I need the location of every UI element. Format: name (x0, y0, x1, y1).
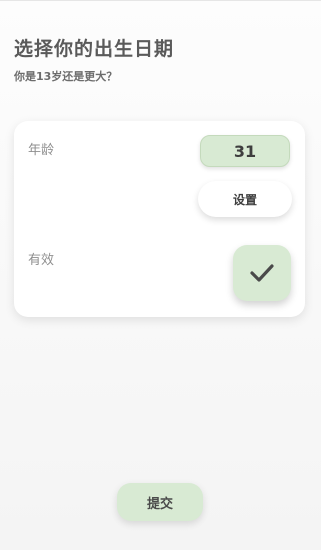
set-button[interactable]: 设置 (198, 181, 292, 217)
page-subtitle: 你是13岁还是更大？ (14, 70, 118, 83)
valid-checkbox[interactable] (233, 245, 291, 301)
page-title: 选择你的出生日期 (14, 38, 175, 60)
checkmark-icon (250, 264, 274, 282)
valid-label: 有效 (28, 253, 55, 268)
age-label: 年龄 (28, 143, 55, 158)
top-divider (0, 0, 321, 1)
birth-date-card: 年龄 31 设置 有效 (14, 121, 305, 317)
age-value-display: 31 (200, 135, 290, 167)
submit-button[interactable]: 提交 (117, 483, 203, 521)
